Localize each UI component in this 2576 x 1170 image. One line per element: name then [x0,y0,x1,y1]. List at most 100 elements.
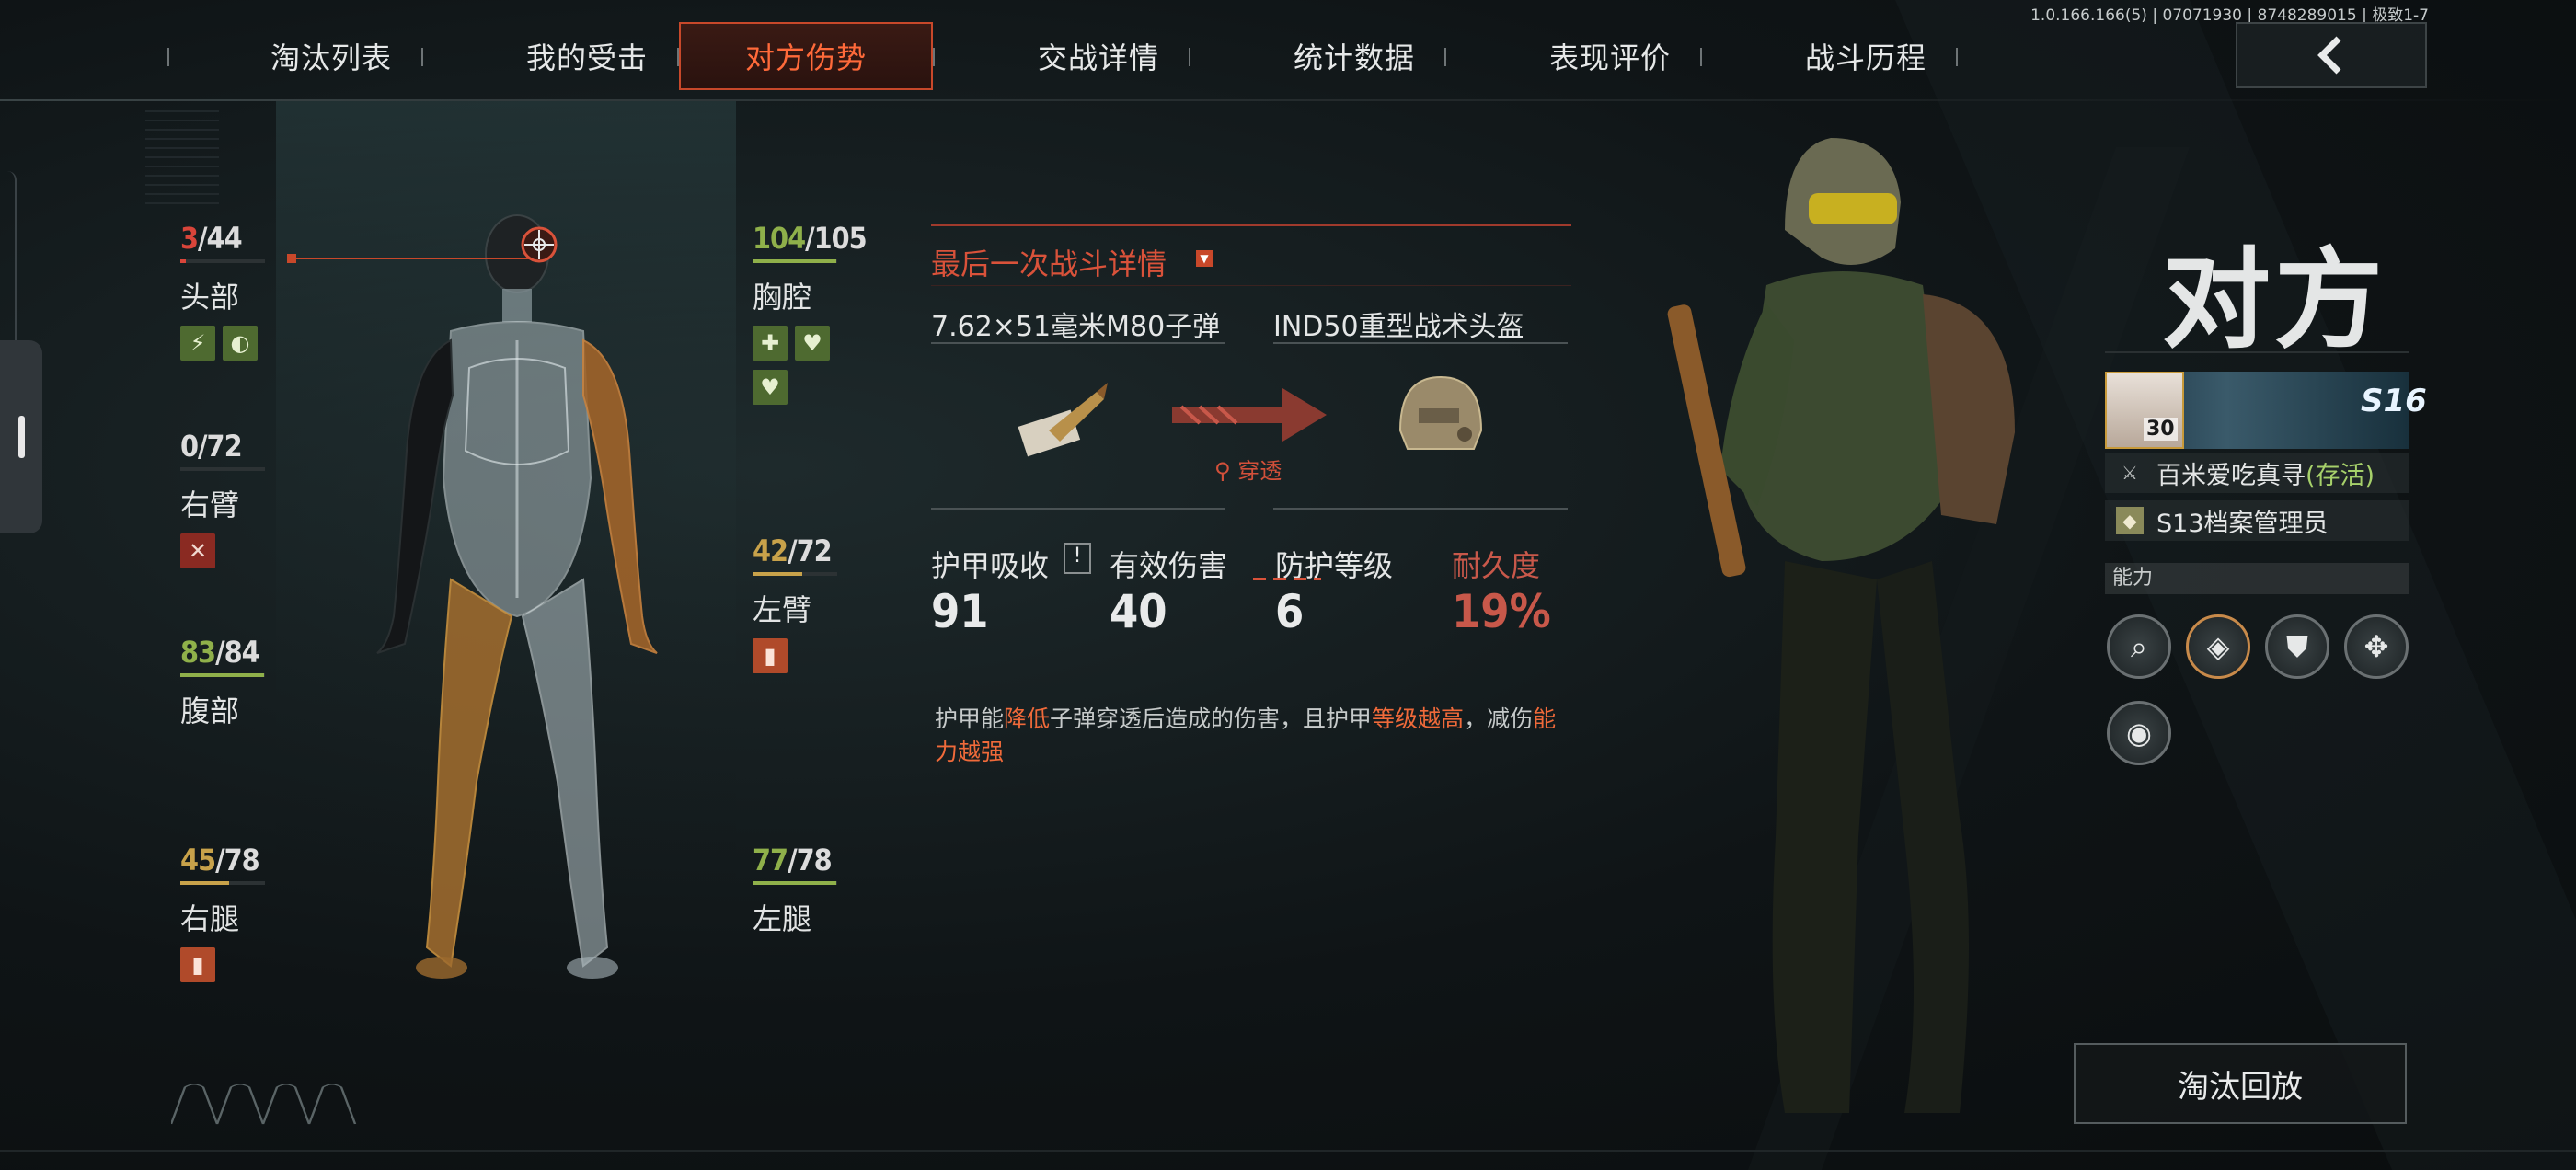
level-underline [1253,578,1321,580]
durability-label: 耐久度 [1452,548,1541,583]
part-left-arm: 42/72 左臂 ▮ [753,533,837,673]
hp-max: 72 [206,429,243,464]
hp-current: 42 [753,533,788,568]
part-head: 3/44 头部 ⚡ ◐ [180,221,265,361]
hp-bar [753,259,837,263]
opponent-status: (存活) [2306,461,2375,490]
hp-current: 45 [180,843,216,878]
heart-plus-icon: ♥ [753,370,788,405]
left-leg-region [521,578,609,968]
rank-emblem-icon: ◆ [2116,507,2144,534]
part-name: 右臂 [180,488,240,522]
part-right-arm: 0/72 右臂 ✕ [180,429,265,568]
body-silhouette [376,214,658,979]
hp-bar [753,572,837,576]
hp-current: 3 [180,221,199,256]
ammo-name: 7.62×51毫米M80子弹 [931,311,1221,343]
hp-max: 44 [206,221,243,256]
penetration-arrow-icon [1172,388,1327,442]
stats-top-rule [931,508,1225,510]
chevron-down-icon[interactable]: ▼ [1196,250,1213,267]
tab-separator [167,48,169,66]
bottom-divider [0,1150,2576,1152]
season-badge: S16 [2361,383,2427,419]
destroyed-limb-icon: ✕ [180,533,215,568]
tab-statistics[interactable]: 统计数据 [1227,22,1481,90]
hp-current: 104 [753,221,806,256]
tab-separator [1444,48,1446,66]
ear-icon: ◐ [223,326,258,361]
elimination-replay-button[interactable]: 淘汰回放 [2074,1043,2407,1124]
hp-bar [180,259,265,263]
head-hit-line [291,258,530,259]
player-level: 30 [2144,418,2178,441]
top-tab-bar: 淘汰列表 我的受击 对方伤势 交战详情 统计数据 表现评价 战斗历程 [166,22,1969,90]
penetrate-text: 穿透 [1237,458,1282,484]
fracture-icon: ⚡ [180,326,215,361]
tab-battle-history[interactable]: 战斗历程 [1739,22,1993,90]
hp-bar-fill [180,881,230,885]
crosshair-icon [521,226,558,263]
bleeding-icon: ▮ [753,638,788,673]
hp-bar-fill [180,673,264,677]
drone-ability-icon[interactable]: ✥ [2344,614,2409,679]
opponent-name: 百米爱吃真寻 [2156,461,2306,490]
tab-combat-details[interactable]: 交战详情 [972,22,1225,90]
tab-my-hits[interactable]: 我的受击 [460,22,714,90]
protection-level-value: 6 [1275,585,1305,638]
part-left-leg: 77/78 左腿 [753,843,837,938]
tab-separator [1956,48,1958,66]
hit-line-end [287,254,296,263]
right-leg-region [425,578,513,968]
grid-decoration [145,103,219,204]
effective-damage-label: 有效伤害 [1110,548,1228,583]
part-name: 腹部 [180,694,240,728]
hp-current: 0 [180,429,199,464]
helmet-icon [1398,375,1483,450]
opponent-rank-row: ◆ S13档案管理员 [2105,500,2409,541]
info-icon[interactable]: ! [1064,543,1091,574]
opponent-name-row: ⚔ 百米爱吃真寻 (存活) [2105,453,2409,493]
tab-separator [933,48,935,66]
side-drawer-handle[interactable] [0,340,42,533]
crossed-swords-icon: ⚔ [2122,462,2138,484]
tab-performance[interactable]: 表现评价 [1483,22,1737,90]
hp-current: 77 [753,843,788,878]
back-button[interactable] [2236,22,2427,88]
penetrate-label: ⚲ 穿透 [1214,453,1282,485]
hp-max: 78 [796,843,833,878]
last-battle-title: 最后一次战斗详情 [931,247,1167,281]
hp-bar-fill [753,572,802,576]
tab-separator [421,48,423,66]
rabbit-icon: ⚲ [1214,458,1231,484]
title-underline [931,285,1571,286]
detail-top-rule [931,224,1571,226]
part-chest: 104/105 胸腔 ✚ ♥ ♥ [753,221,868,405]
part-name: 头部 [180,280,240,315]
hp-bar [180,467,265,471]
tab-opponent-injury[interactable]: 对方伤势 [679,22,933,90]
right-arm-region [376,338,454,654]
tab-separator [1700,48,1702,66]
armor-name: IND50重型战术头盔 [1273,311,1524,343]
hp-bar [180,673,265,677]
hp-max: 84 [224,635,260,670]
opponent-rank: S13档案管理员 [2156,509,2329,538]
tab-separator [1189,48,1190,66]
scanner-ability-icon[interactable]: ⌕ [2107,614,2171,679]
part-abdomen: 83/84 腹部 [180,635,265,730]
hp-current: 83 [180,635,216,670]
armor-ability-icon[interactable]: ⛊ [2265,614,2329,679]
hp-max: 78 [224,843,260,878]
hp-bar-fill [180,259,187,263]
armor-note: 护甲能降低子弹穿透后造成的伤害，且护甲等级越高，减伤能力越强 [935,705,1557,765]
bullet-icon [1018,383,1108,457]
heart-check-icon: ♥ [795,326,830,361]
opponent-title: 对方 [2162,236,2387,363]
hp-bar-fill [753,259,837,263]
part-name: 胸腔 [753,280,812,315]
vision-ability-icon[interactable]: ◉ [2107,701,2171,765]
stats-top-rule [1273,508,1568,510]
tab-elimination-list[interactable]: 淘汰列表 [204,22,458,90]
hacker-ability-icon[interactable]: ◈ [2186,614,2250,679]
